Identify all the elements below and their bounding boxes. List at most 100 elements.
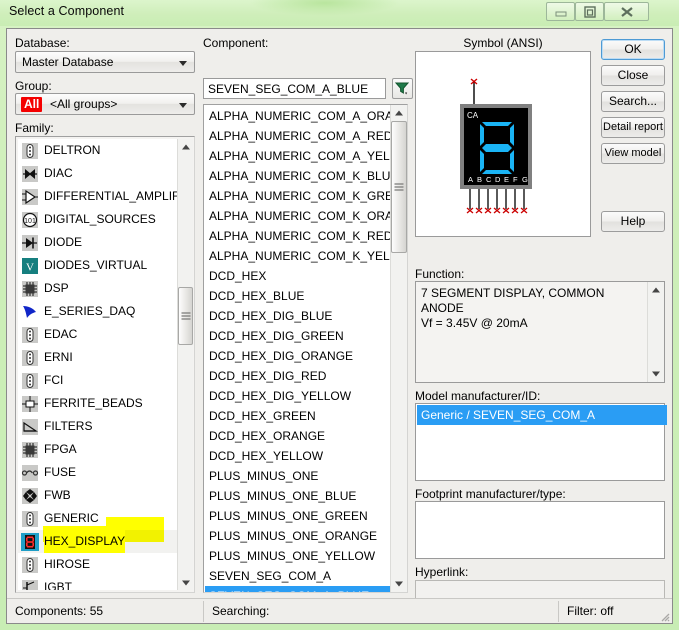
group-combo[interactable]: All <All groups> (15, 93, 195, 115)
search-button[interactable]: Search... (601, 91, 665, 112)
family-list-item-label: DIFFERENTIAL_AMPLIFIER (44, 189, 178, 203)
component-listbox[interactable]: ALPHA_NUMERIC_COM_A_ORANGEALPHA_NUMERIC_… (203, 104, 408, 593)
chevron-down-icon (652, 371, 660, 377)
family-list-viewport: DELTRON DIAC DIFFERENTIAL_AMPLIFIER 101 DIGI… (18, 139, 178, 590)
diac-icon (22, 165, 38, 182)
symbol-preview: CA ABC DEF G (415, 51, 591, 237)
family-list-item[interactable]: 101 DIGITAL_SOURCES (18, 208, 178, 231)
family-list-item-label: HIROSE (44, 557, 91, 571)
component-list-item[interactable]: DCD_HEX (205, 266, 391, 286)
model-selected-row[interactable]: Generic / SEVEN_SEG_COM_A (417, 405, 667, 425)
family-list-item[interactable]: FERRITE_BEADS (18, 392, 178, 415)
component-list-item[interactable]: DCD_HEX_BLUE (205, 286, 391, 306)
component-list-item[interactable]: ALPHA_NUMERIC_COM_K_RED (205, 226, 391, 246)
component-scroll-thumb[interactable] (391, 121, 407, 253)
family-list-item-label: FPGA (44, 442, 77, 456)
family-list-item[interactable]: DIODE (18, 231, 178, 254)
chevron-up-icon (652, 287, 660, 293)
component-list-item[interactable]: DCD_HEX_DIG_YELLOW (205, 386, 391, 406)
help-button[interactable]: Help (601, 211, 665, 232)
family-list-item-label: DIGITAL_SOURCES (44, 212, 156, 226)
component-list-item[interactable]: PLUS_MINUS_ONE_YELLOW (205, 546, 391, 566)
family-list-item[interactable]: ERNI (18, 346, 178, 369)
status-filter: Filter: off (567, 604, 614, 618)
component-list-item[interactable]: ALPHA_NUMERIC_COM_K_GREEN (205, 186, 391, 206)
family-list-item[interactable]: DSP (18, 277, 178, 300)
hyperlink-input[interactable] (415, 580, 665, 600)
database-combo[interactable]: Master Database (15, 51, 195, 73)
igbt-icon (21, 579, 39, 590)
family-list-item[interactable]: V DIODES_VIRTUAL (18, 254, 178, 277)
detail-report-button[interactable]: Detail report (601, 117, 665, 138)
function-scroll-up-button[interactable] (648, 282, 664, 298)
igbt-icon (22, 579, 38, 590)
component-list-item[interactable]: DCD_HEX_ORANGE (205, 426, 391, 446)
ok-button[interactable]: OK (601, 39, 665, 60)
model-listbox[interactable]: Generic / SEVEN_SEG_COM_A (415, 403, 667, 481)
component-list-item[interactable]: ALPHA_NUMERIC_COM_A_YELLOW (205, 146, 391, 166)
component-list-item[interactable]: SEVEN_SEG_COM_A_BLUE (205, 586, 391, 592)
family-list-item[interactable]: FUSE (18, 461, 178, 484)
component-list-item[interactable]: PLUS_MINUS_ONE_BLUE (205, 486, 391, 506)
component-list-item[interactable]: ALPHA_NUMERIC_COM_K_YELLOW (205, 246, 391, 266)
bridge-rectifier-icon (22, 487, 38, 504)
family-scroll-thumb[interactable] (178, 287, 193, 345)
family-list-item[interactable]: FPGA (18, 438, 178, 461)
maximize-button[interactable] (575, 2, 604, 21)
component-list-item[interactable]: DCD_HEX_DIG_ORANGE (205, 346, 391, 366)
chevron-down-icon (179, 61, 187, 66)
component-list-item[interactable]: PLUS_MINUS_ONE (205, 466, 391, 486)
component-filter-button[interactable] (392, 78, 413, 99)
family-list-item[interactable]: FCI (18, 369, 178, 392)
component-list-item[interactable]: ALPHA_NUMERIC_COM_A_RED (205, 126, 391, 146)
svg-text:101: 101 (24, 218, 36, 225)
family-vscrollbar[interactable] (177, 139, 193, 590)
component-vscrollbar[interactable] (390, 105, 407, 592)
view-model-button[interactable]: View model (601, 143, 665, 164)
component-list-item[interactable]: PLUS_MINUS_ONE_ORANGE (205, 526, 391, 546)
component-scroll-up-button[interactable] (391, 105, 407, 121)
component-list-item[interactable]: DCD_HEX_YELLOW (205, 446, 391, 466)
connector-icon (21, 349, 39, 367)
family-label: Family: (15, 121, 54, 135)
component-list-item[interactable]: DCD_HEX_DIG_BLUE (205, 306, 391, 326)
function-textbox[interactable]: 7 SEGMENT DISPLAY, COMMON ANODE Vf = 3.4… (415, 281, 665, 383)
minimize-button[interactable] (546, 2, 575, 21)
family-list-item[interactable]: HIROSE (18, 553, 178, 576)
component-list-item[interactable]: DCD_HEX_DIG_RED (205, 366, 391, 386)
component-list-item[interactable]: DCD_HEX_DIG_GREEN (205, 326, 391, 346)
component-list-viewport: ALPHA_NUMERIC_COM_A_ORANGEALPHA_NUMERIC_… (205, 106, 391, 592)
family-list-item[interactable]: FWB (18, 484, 178, 507)
close-button[interactable] (604, 2, 649, 21)
window-titlebar[interactable]: Select a Component (0, 0, 679, 26)
family-list-item[interactable]: FILTERS (18, 415, 178, 438)
component-list-item[interactable]: ALPHA_NUMERIC_COM_K_BLUE (205, 166, 391, 186)
family-scroll-up-button[interactable] (178, 139, 193, 154)
family-list-item[interactable]: DIFFERENTIAL_AMPLIFIER (18, 185, 178, 208)
family-list-item[interactable]: DELTRON (18, 139, 178, 162)
component-list-item[interactable]: ALPHA_NUMERIC_COM_A_ORANGE (205, 106, 391, 126)
diode-icon (21, 234, 39, 252)
family-listbox[interactable]: DELTRON DIAC DIFFERENTIAL_AMPLIFIER 101 DIGI… (15, 136, 195, 593)
component-scroll-down-button[interactable] (391, 576, 407, 592)
close-button-dialog[interactable]: Close (601, 65, 665, 86)
fuse-icon (21, 464, 39, 481)
component-search-input[interactable] (203, 78, 386, 99)
family-list-item[interactable]: DIAC (18, 162, 178, 185)
database-label: Database: (15, 36, 70, 50)
footprint-listbox[interactable] (415, 501, 665, 559)
function-scroll-down-button[interactable] (648, 366, 664, 382)
family-list-item[interactable]: IGBT (18, 576, 178, 590)
component-list-item[interactable]: PLUS_MINUS_ONE_GREEN (205, 506, 391, 526)
resize-grip-icon[interactable] (658, 610, 670, 622)
family-scroll-down-button[interactable] (178, 575, 193, 590)
chevron-down-icon (181, 580, 190, 585)
family-list-item-label: DSP (44, 281, 69, 295)
family-list-item[interactable]: E_SERIES_DAQ (18, 300, 178, 323)
family-list-item[interactable]: EDAC (18, 323, 178, 346)
all-groups-badge: All (21, 97, 43, 112)
component-list-item[interactable]: ALPHA_NUMERIC_COM_K_ORANGE (205, 206, 391, 226)
component-list-item[interactable]: DCD_HEX_GREEN (205, 406, 391, 426)
component-list-item[interactable]: SEVEN_SEG_COM_A (205, 566, 391, 586)
function-vscrollbar[interactable] (647, 282, 664, 382)
